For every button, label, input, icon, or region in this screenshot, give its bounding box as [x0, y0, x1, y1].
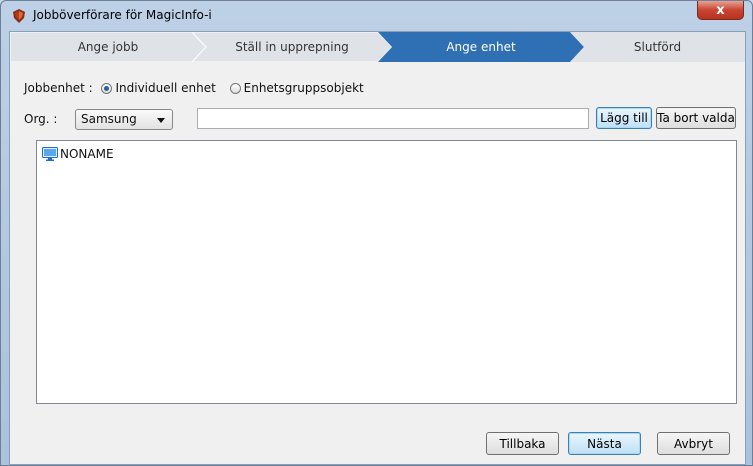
org-select[interactable]: Samsung [75, 109, 173, 130]
radio-label: Individuell enhet [115, 81, 216, 95]
radio-selected-icon[interactable] [101, 83, 113, 94]
step-label: Slutförd [633, 40, 682, 54]
list-item[interactable]: NONAME [42, 147, 114, 161]
step-label: Ange jobb [77, 40, 139, 54]
device-list[interactable]: NONAME [36, 140, 737, 404]
monitor-icon [42, 147, 58, 161]
back-button[interactable]: Tillbaka [486, 432, 559, 455]
wizard-steps: Ange jobb Ställ in upprepning Ange enhet… [10, 32, 745, 62]
title-bar[interactable]: Jobböverförare för MagicInfo-i x [1, 1, 752, 31]
close-button[interactable]: x [697, 1, 744, 20]
job-unit-row: Jobbenhet : Individuell enhet Enhetsgrup… [24, 81, 364, 95]
dropdown-arrow-icon [157, 118, 165, 123]
step-label: Ställ in upprepning [235, 40, 349, 54]
remove-selected-button[interactable]: Ta bort valda [656, 107, 736, 129]
window-title: Jobböverförare för MagicInfo-i [33, 8, 212, 22]
cancel-button[interactable]: Avbryt [657, 432, 730, 455]
radio-device-group[interactable]: Enhetsgruppsobjekt [229, 81, 364, 95]
wizard-panel: Ange jobb Ställ in upprepning Ange enhet… [9, 31, 746, 465]
step-ange-enhet: Ange enhet [378, 32, 584, 62]
device-name: NONAME [60, 147, 114, 161]
org-selected-value: Samsung [81, 112, 137, 126]
app-shield-icon [13, 9, 25, 23]
step-label: Ange enhet [446, 40, 516, 54]
job-unit-label: Jobbenhet : [24, 81, 93, 95]
application-window: Jobböverförare för MagicInfo-i x Ange jo… [0, 0, 753, 466]
radio-unselected-icon[interactable] [229, 83, 241, 94]
step-stall-in-upprepning: Ställ in upprepning [192, 32, 392, 62]
next-button[interactable]: Nästa [568, 432, 641, 455]
device-search-input[interactable] [197, 108, 589, 129]
org-label: Org. : [24, 112, 58, 126]
radio-label: Enhetsgruppsobjekt [243, 81, 364, 95]
add-button[interactable]: Lägg till [596, 107, 652, 129]
radio-individual-device[interactable]: Individuell enhet [101, 81, 219, 95]
step-slutford: Slutförd [570, 32, 745, 62]
step-ange-jobb: Ange jobb [10, 32, 206, 62]
close-icon: x [716, 2, 725, 18]
